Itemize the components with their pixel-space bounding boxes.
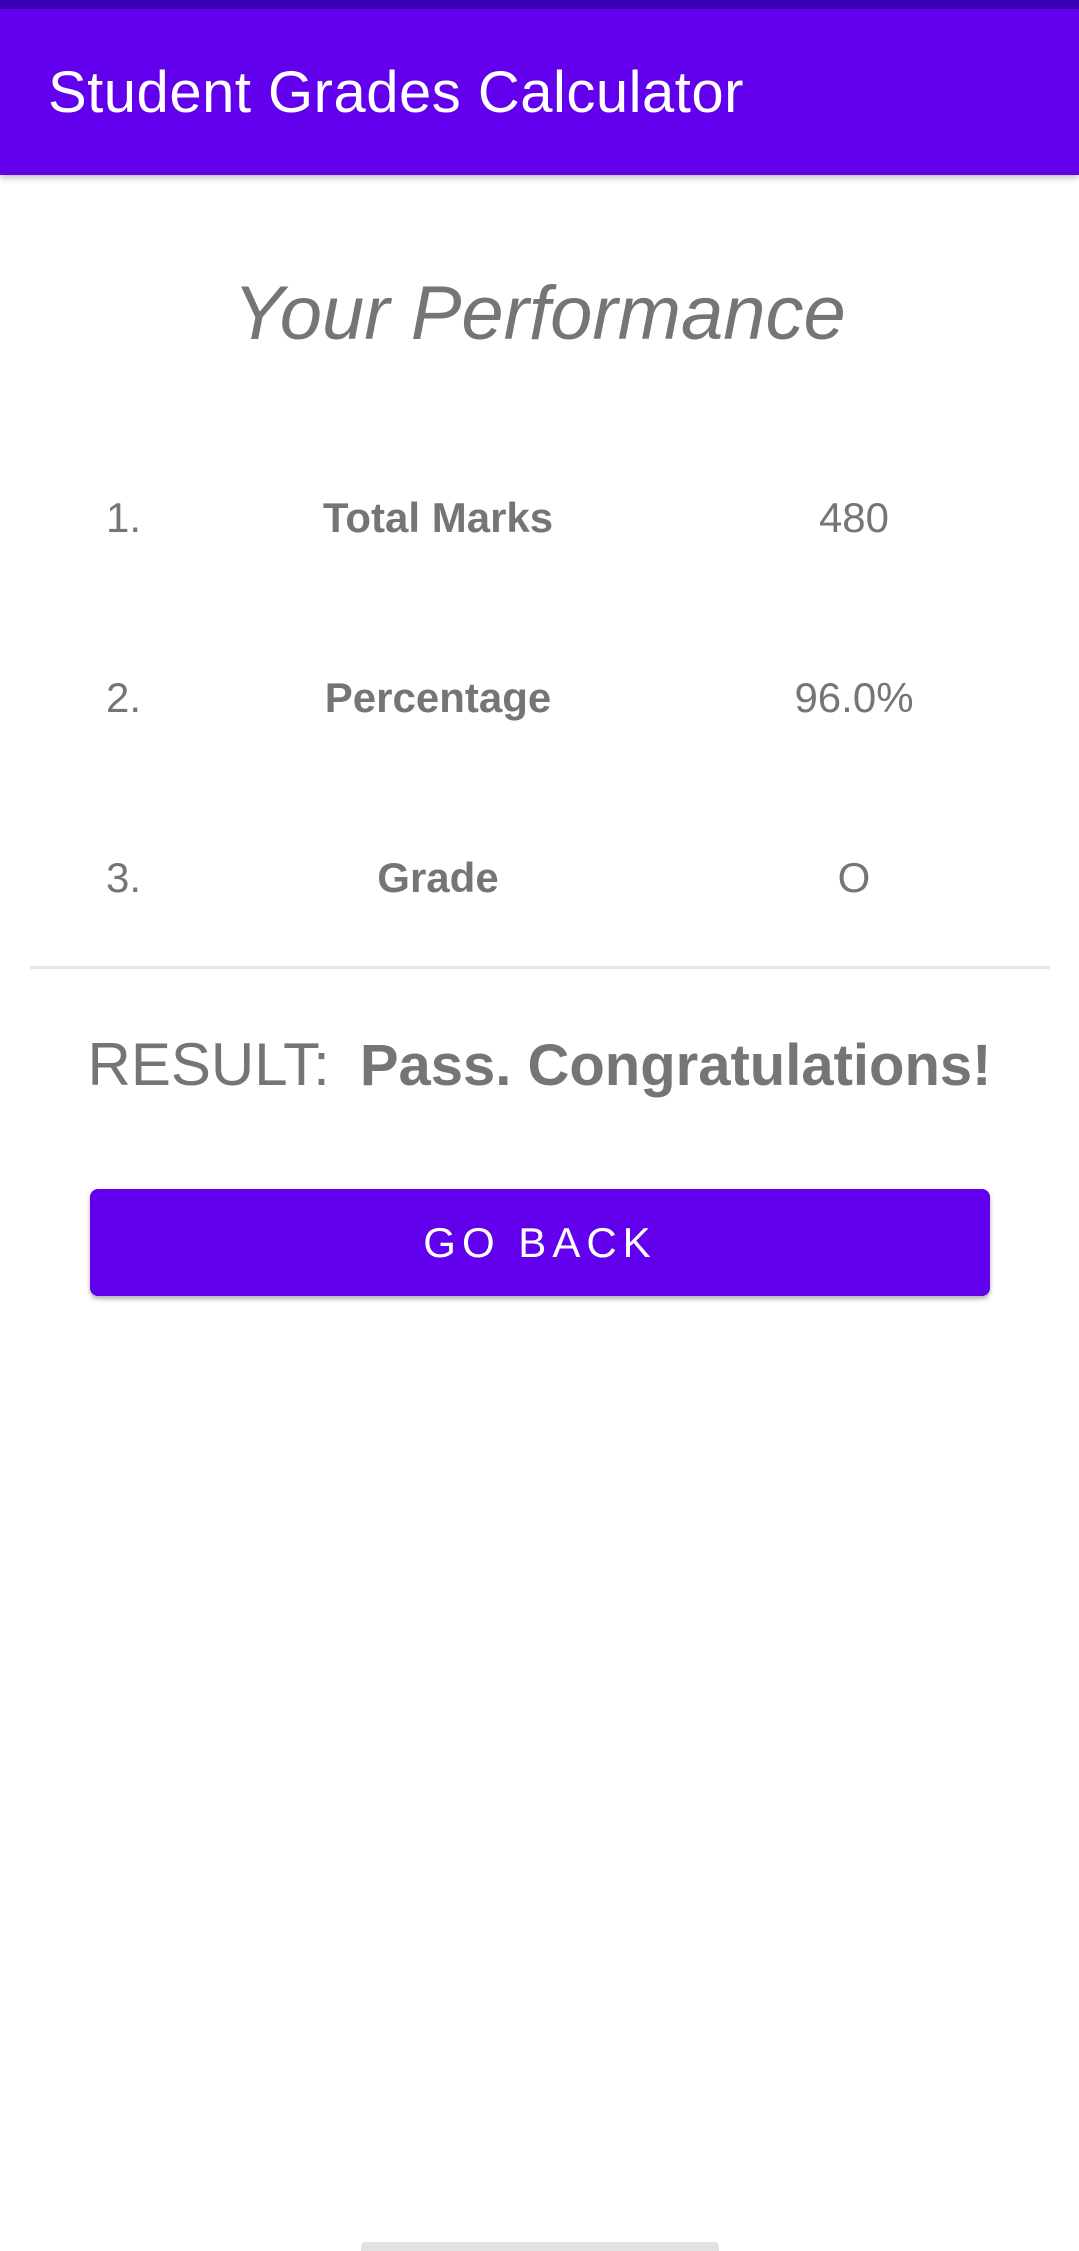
performance-row-grade: 3. Grade O xyxy=(0,838,1079,918)
results-screen: Student Grades Calculator Your Performan… xyxy=(0,0,1079,2251)
go-back-button[interactable]: GO BACK xyxy=(90,1189,990,1296)
result-line: RESULT: Pass. Congratulations! xyxy=(0,1030,1079,1099)
performance-row-total-marks: 1. Total Marks 480 xyxy=(0,478,1079,558)
row-number: 3. xyxy=(106,854,142,901)
home-indicator[interactable] xyxy=(361,2242,719,2251)
row-number: 2. xyxy=(106,674,142,721)
row-label: Total Marks xyxy=(322,494,554,541)
result-text: Pass. Congratulations! xyxy=(359,1033,992,1098)
app-bar: Student Grades Calculator xyxy=(0,9,1079,175)
status-bar xyxy=(0,0,1079,9)
row-value: 96.0% xyxy=(794,674,914,721)
result-label: RESULT: xyxy=(87,1031,330,1098)
row-number: 1. xyxy=(106,494,142,541)
row-value: O xyxy=(837,854,871,901)
divider xyxy=(30,966,1050,969)
performance-row-percentage: 2. Percentage 96.0% xyxy=(0,658,1079,738)
app-title: Student Grades Calculator xyxy=(48,60,744,125)
row-label: Percentage xyxy=(324,674,552,721)
page-heading: Your Performance xyxy=(233,271,846,356)
row-label: Grade xyxy=(377,854,499,901)
row-value: 480 xyxy=(818,494,890,541)
